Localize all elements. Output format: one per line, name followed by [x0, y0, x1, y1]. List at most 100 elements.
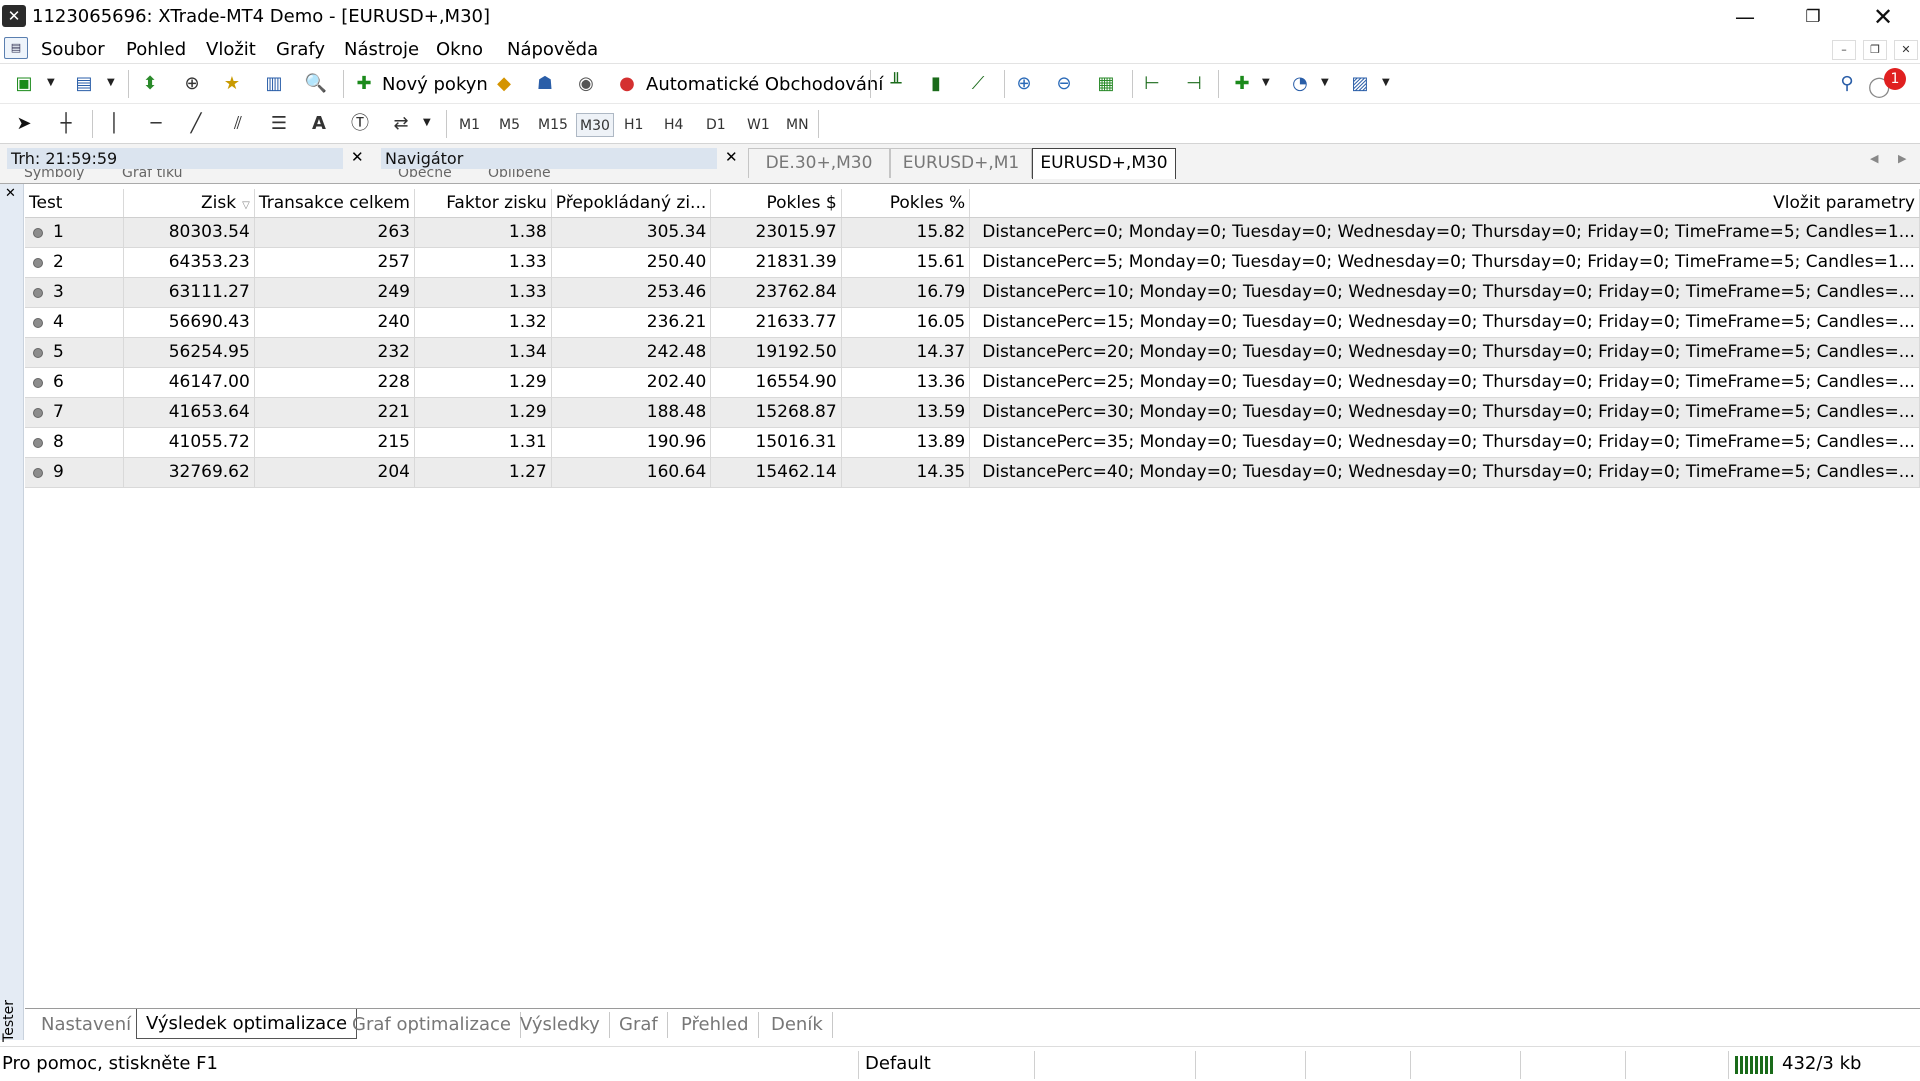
chart-shift-icon[interactable]: ⊢: [1138, 71, 1166, 97]
chevron-down-icon[interactable]: ▼: [1262, 77, 1270, 88]
table-row[interactable]: 3 63111.27 249 1.33 253.46 23762.84 16.79 Dista…: [25, 277, 1920, 308]
horizontal-line-icon[interactable]: ─: [142, 111, 170, 137]
restore-icon[interactable]: ❐: [1778, 0, 1848, 34]
signals-icon[interactable]: ☗: [531, 71, 559, 97]
new-order-icon[interactable]: ✚: [350, 71, 378, 97]
auto-trading-icon[interactable]: ●: [613, 71, 641, 97]
table-row[interactable]: 8 41055.72 215 1.31 190.96 15016.31 13.89 Dista…: [25, 427, 1920, 458]
tab-graf-optimalizace[interactable]: Graf optimalizace: [343, 1012, 521, 1038]
vertical-line-icon[interactable]: │: [100, 111, 128, 137]
table-row[interactable]: 1 80303.54 263 1.38 305.34 23015.97 15.82 Dista…: [25, 217, 1920, 248]
timeframe-m1[interactable]: M1: [456, 113, 483, 137]
search-icon[interactable]: ⚲: [1833, 71, 1861, 97]
arrows-icon[interactable]: ⇄: [387, 111, 415, 137]
chart-tab-eurusd-m30[interactable]: EURUSD+,M30: [1032, 148, 1176, 179]
chart-tab-de30-m30[interactable]: DE.30+,M30: [748, 148, 890, 178]
menu-soubor[interactable]: Soubor: [41, 39, 105, 60]
templates-icon[interactable]: ▨: [1346, 71, 1374, 97]
chevron-down-icon[interactable]: ▼: [1321, 77, 1329, 88]
candlestick-icon[interactable]: ▮: [922, 71, 950, 97]
table-row[interactable]: 5 56254.95 232 1.34 242.48 19192.50 14.37 Dista…: [25, 337, 1920, 368]
timeframe-m5[interactable]: M5: [496, 113, 523, 137]
menu-okno[interactable]: Okno: [436, 39, 483, 60]
tabs-scroll-right-icon[interactable]: ▶: [1898, 152, 1906, 165]
timeframe-w1[interactable]: W1: [744, 113, 773, 137]
document-icon[interactable]: ▤: [4, 37, 28, 59]
periods-icon[interactable]: ◔: [1286, 71, 1314, 97]
strategy-tester-icon[interactable]: 🔍: [302, 71, 330, 97]
col-zisk[interactable]: Zisk ▽: [123, 189, 255, 218]
col-pokles-usd[interactable]: Pokles $: [710, 189, 842, 218]
col-params[interactable]: Vložit parametry: [969, 189, 1920, 218]
cursor-icon[interactable]: ➤: [10, 111, 38, 137]
chevron-down-icon[interactable]: ▼: [423, 117, 431, 128]
col-prepokladany[interactable]: Přepokládaný zi...: [551, 189, 712, 218]
zoom-in-icon[interactable]: ⊕: [1010, 71, 1038, 97]
table-row[interactable]: 2 64353.23 257 1.33 250.40 21831.39 15.61 Dista…: [25, 247, 1920, 278]
col-faktor[interactable]: Faktor zisku: [414, 189, 552, 218]
col-pokles-pct[interactable]: Pokles %: [841, 189, 971, 218]
fibonacci-icon[interactable]: ☰: [265, 111, 293, 137]
tile-windows-icon[interactable]: ▦: [1092, 71, 1120, 97]
profiles-icon[interactable]: ▤: [70, 71, 98, 97]
zoom-out-icon[interactable]: ⊖: [1050, 71, 1078, 97]
menu-napoveda[interactable]: Nápověda: [507, 39, 598, 60]
chevron-down-icon[interactable]: ▼: [1382, 77, 1390, 88]
tab-graf[interactable]: Graf: [610, 1012, 668, 1038]
cell-faktor: 1.27: [414, 457, 552, 488]
data-window-icon[interactable]: ⊕: [178, 71, 206, 97]
tester-close-icon[interactable]: ✕: [5, 186, 16, 201]
new-order-button[interactable]: Nový pokyn: [382, 74, 488, 95]
notification-badge[interactable]: 1: [1884, 68, 1906, 90]
menu-pohled[interactable]: Pohled: [126, 39, 186, 60]
tabs-scroll-left-icon[interactable]: ◀: [1870, 152, 1878, 165]
text-icon[interactable]: A: [305, 111, 333, 137]
mdi-close-icon[interactable]: ✕: [1894, 40, 1918, 60]
line-chart-icon[interactable]: ⟋: [964, 71, 992, 97]
market-watch-close-icon[interactable]: ✕: [351, 148, 364, 166]
tab-prehled[interactable]: Přehled: [672, 1012, 759, 1038]
chart-tab-eurusd-m1[interactable]: EURUSD+,M1: [890, 148, 1032, 178]
chevron-down-icon[interactable]: ▼: [107, 77, 115, 88]
tab-vysledky[interactable]: Výsledky: [511, 1012, 610, 1038]
tab-vysledek-optimalizace[interactable]: Výsledek optimalizace: [136, 1009, 358, 1039]
trendline-icon[interactable]: ╱: [182, 111, 210, 137]
timeframe-mn[interactable]: MN: [783, 113, 812, 137]
menu-vlozit[interactable]: Vložit: [206, 39, 256, 60]
navigator-icon[interactable]: ★: [218, 71, 246, 97]
crosshair-icon[interactable]: ┼: [52, 111, 80, 137]
toolbar-separator: [1218, 70, 1219, 98]
metaeditor-icon[interactable]: ◆: [490, 71, 518, 97]
timeframe-m15[interactable]: M15: [535, 113, 571, 137]
menu-nastroje[interactable]: Nástroje: [344, 39, 419, 60]
market-icon[interactable]: ◉: [572, 71, 600, 97]
text-label-icon[interactable]: Ⓣ: [346, 111, 374, 137]
mdi-minimize-icon[interactable]: –: [1832, 40, 1856, 60]
new-chart-icon[interactable]: ▣: [10, 71, 38, 97]
mdi-restore-icon[interactable]: ❐: [1863, 40, 1887, 60]
timeframe-d1[interactable]: D1: [703, 113, 729, 137]
tab-denik[interactable]: Deník: [762, 1012, 833, 1038]
col-test[interactable]: Test: [25, 189, 125, 218]
table-row[interactable]: 7 41653.64 221 1.29 188.48 15268.87 13.59 Dista…: [25, 397, 1920, 428]
table-row[interactable]: 4 56690.43 240 1.32 236.21 21633.77 16.05 Dista…: [25, 307, 1920, 338]
timeframe-m30[interactable]: M30: [576, 113, 614, 137]
auto-trading-button[interactable]: Automatické Obchodování: [646, 74, 883, 95]
bar-chart-icon[interactable]: ╨: [882, 71, 910, 97]
menu-grafy[interactable]: Grafy: [276, 39, 325, 60]
navigator-close-icon[interactable]: ✕: [725, 148, 738, 166]
indicators-icon[interactable]: ✚: [1228, 71, 1256, 97]
minimize-icon[interactable]: —: [1710, 0, 1780, 34]
timeframe-h1[interactable]: H1: [621, 113, 646, 137]
col-transakce[interactable]: Transakce celkem: [254, 189, 416, 218]
table-row[interactable]: 9 32769.62 204 1.27 160.64 15462.14 14.35 Dista…: [25, 457, 1920, 488]
tab-nastaveni[interactable]: Nastavení: [32, 1012, 142, 1038]
close-icon[interactable]: ✕: [1848, 0, 1918, 34]
market-watch-icon[interactable]: ⬍: [136, 71, 164, 97]
chevron-down-icon[interactable]: ▼: [47, 77, 55, 88]
table-row[interactable]: 6 46147.00 228 1.29 202.40 16554.90 13.36 Dista…: [25, 367, 1920, 398]
autoscroll-icon[interactable]: ⊣: [1180, 71, 1208, 97]
equidistant-channel-icon[interactable]: ⫽: [224, 111, 252, 137]
timeframe-h4[interactable]: H4: [661, 113, 686, 137]
terminal-icon[interactable]: ▥: [260, 71, 288, 97]
